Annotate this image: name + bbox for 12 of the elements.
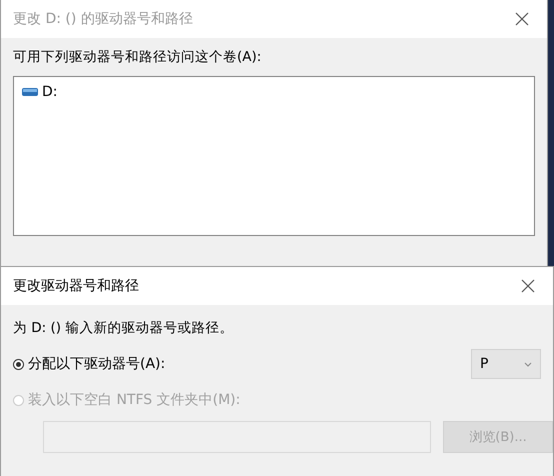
- window-title: 更改 D: () 的驱动器号和路径: [13, 10, 193, 28]
- prompt-text: 为 D: () 输入新的驱动器号或路径。: [13, 319, 234, 337]
- close-icon: [521, 279, 535, 293]
- list-label: 可用下列驱动器号和路径访问这个卷(A):: [13, 48, 262, 66]
- close-icon: [515, 12, 529, 26]
- chevron-down-icon: [524, 362, 532, 366]
- radio-option[interactable]: 分配以下驱动器号(A):: [13, 355, 166, 373]
- window-title: 更改驱动器号和路径: [13, 277, 139, 295]
- drive-icon: [22, 87, 38, 97]
- list-box[interactable]: D:: [13, 76, 535, 236]
- list-item[interactable]: D:: [20, 83, 60, 101]
- drive-letter-dropdown[interactable]: P: [471, 349, 541, 379]
